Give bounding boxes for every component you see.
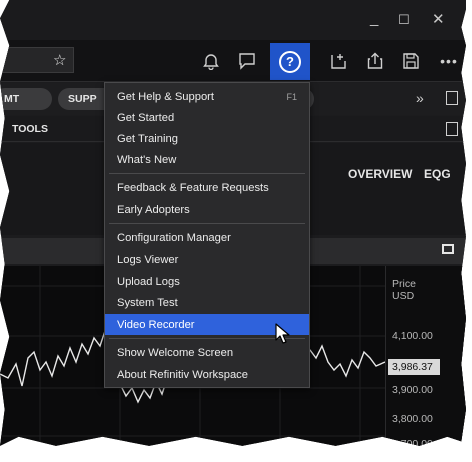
menu-item-configuration-manager[interactable]: Configuration Manager	[105, 227, 309, 248]
tab-eqg[interactable]: EQG	[424, 167, 451, 181]
menu-item-feedback[interactable]: Feedback & Feature Requests	[105, 177, 309, 198]
save-icon[interactable]	[398, 48, 424, 74]
search-input[interactable]: ☆	[0, 47, 74, 73]
star-icon[interactable]: ☆	[53, 51, 66, 69]
menu-item-label: Get Help & Support	[117, 90, 215, 103]
menu-item-label: Feedback & Feature Requests	[117, 181, 269, 194]
menu-item-label: Get Training	[117, 132, 178, 145]
menu-item-upload-logs[interactable]: Upload Logs	[105, 271, 309, 292]
tools-label[interactable]: TOOLS	[12, 123, 48, 135]
menu-item-get-started[interactable]: Get Started	[105, 107, 309, 128]
more-options-icon[interactable]: •••	[436, 48, 462, 74]
menu-item-label: About Refinitiv Workspace	[117, 368, 248, 381]
menu-item-label: Configuration Manager	[117, 231, 231, 244]
panel-toggle-icon[interactable]	[446, 91, 458, 105]
menu-item-label: Early Adopters	[117, 203, 190, 216]
last-price-badge: 3,986.37	[388, 359, 440, 375]
minimize-button[interactable]: _	[370, 10, 378, 27]
menu-separator	[109, 223, 305, 224]
axis-label-unit: USD	[392, 290, 415, 302]
menu-item-get-training[interactable]: Get Training	[105, 128, 309, 149]
chat-icon[interactable]	[234, 48, 260, 74]
menu-item-show-welcome[interactable]: Show Welcome Screen	[105, 342, 309, 363]
main-toolbar: ☆ ? •••	[0, 40, 466, 82]
workspace-window: _ ☐ ✕ ☆ ? ••• MT SUPP » TOOLS OVERVIEW E…	[0, 0, 466, 450]
menu-item-label: System Test	[117, 296, 178, 309]
scroll-tabs-chevron-icon[interactable]: »	[416, 90, 424, 106]
menu-item-shortcut: F1	[286, 91, 297, 102]
tools-panel-icon[interactable]	[446, 122, 458, 136]
app-tab-mt[interactable]: MT	[0, 88, 52, 110]
menu-item-system-test[interactable]: System Test	[105, 292, 309, 313]
mouse-cursor-icon	[275, 323, 290, 344]
axis-tick: 3,700.00	[392, 438, 433, 450]
menu-item-early-adopters[interactable]: Early Adopters	[105, 199, 309, 220]
new-window-icon[interactable]	[326, 48, 352, 74]
tab-overview[interactable]: OVERVIEW	[348, 167, 412, 181]
axis-label-price: Price	[392, 278, 416, 290]
axis-tick: 3,900.00	[392, 384, 433, 396]
menu-separator	[109, 173, 305, 174]
menu-item-label: Video Recorder	[117, 318, 195, 331]
share-icon[interactable]	[362, 48, 388, 74]
axis-title: Price USD	[392, 278, 416, 302]
popout-icon[interactable]	[442, 244, 454, 254]
title-bar: _ ☐ ✕	[0, 0, 466, 40]
axis-tick: 3,800.00	[392, 413, 433, 425]
menu-item-get-help[interactable]: Get Help & Support F1	[105, 86, 309, 107]
axis-tick: 4,100.00	[392, 330, 433, 342]
help-button[interactable]: ?	[270, 43, 310, 80]
notifications-bell-icon[interactable]	[198, 48, 224, 74]
maximize-button[interactable]: ☐	[398, 12, 410, 28]
menu-item-label: Logs Viewer	[117, 253, 179, 266]
help-icon: ?	[279, 50, 301, 73]
menu-item-logs-viewer[interactable]: Logs Viewer	[105, 249, 309, 270]
menu-item-about[interactable]: About Refinitiv Workspace	[105, 364, 309, 385]
menu-item-label: What's New	[117, 153, 177, 166]
menu-item-label: Upload Logs	[117, 275, 180, 288]
menu-item-label: Get Started	[117, 111, 175, 124]
close-button[interactable]: ✕	[432, 10, 445, 28]
menu-item-label: Show Welcome Screen	[117, 346, 234, 359]
menu-item-whats-new[interactable]: What's New	[105, 149, 309, 170]
